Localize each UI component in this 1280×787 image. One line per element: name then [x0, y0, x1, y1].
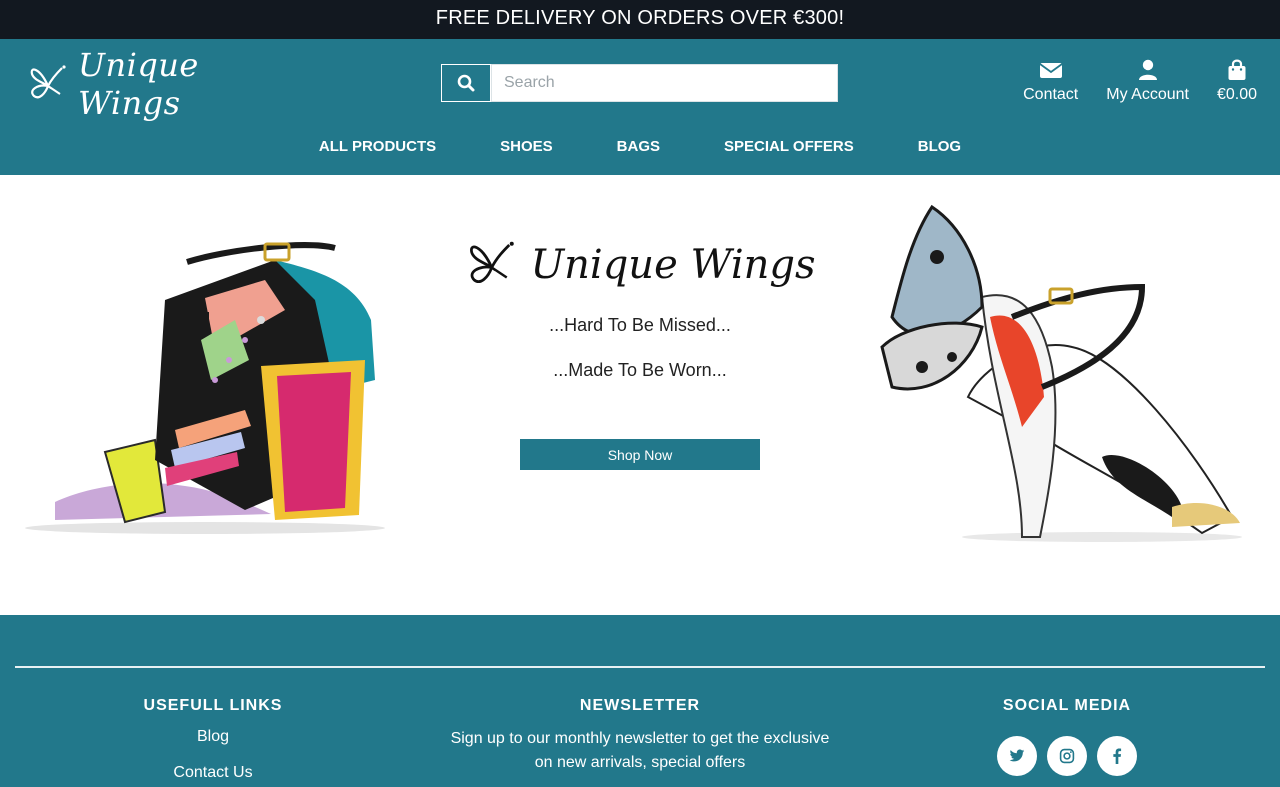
cart-link[interactable]: €0.00	[1217, 59, 1257, 104]
twitter-link[interactable]	[997, 736, 1037, 776]
hero-logo: Unique Wings	[440, 230, 840, 300]
logo-text: Unique Wings	[78, 46, 199, 122]
delivery-banner: FREE DELIVERY ON ORDERS OVER €300!	[0, 0, 1280, 39]
banner-text: FREE DELIVERY ON ORDERS OVER €300!	[435, 7, 845, 29]
useful-links-title: USEFULL LINKS	[143, 697, 283, 714]
instagram-icon	[1059, 748, 1075, 764]
envelope-icon	[1039, 63, 1063, 78]
shopping-bag-icon	[1228, 59, 1246, 80]
search-input[interactable]	[491, 64, 838, 102]
my-account-link[interactable]: My Account	[1106, 59, 1189, 104]
useful-links-column: USEFULL LINKS Blog Contact Us	[113, 697, 313, 782]
instagram-link[interactable]	[1047, 736, 1087, 776]
main-nav: ALL PRODUCTS SHOES BAGS SPECIAL OFFERS B…	[0, 138, 1280, 158]
butterfly-icon	[30, 65, 66, 99]
tagline-hard-to-miss: ...Hard To Be Missed...	[549, 315, 731, 335]
facebook-icon	[1113, 748, 1122, 764]
footer-link-blog[interactable]: Blog	[113, 728, 313, 746]
facebook-link[interactable]	[1097, 736, 1137, 776]
shop-now-button[interactable]: Shop Now	[520, 439, 760, 470]
block-heel-sandal-image	[25, 242, 385, 534]
my-account-label: My Account	[1106, 86, 1189, 103]
social-media-column: SOCIAL MEDIA	[967, 697, 1167, 776]
newsletter-title: NEWSLETTER	[579, 697, 701, 714]
newsletter-column: NEWSLETTER Sign up to our monthly newsle…	[440, 697, 840, 775]
header-links: Contact My Account €0.00	[995, 59, 1257, 104]
butterfly-stiletto-image	[880, 204, 1242, 542]
twitter-icon	[1009, 749, 1025, 762]
social-media-title: SOCIAL MEDIA	[1002, 697, 1132, 714]
nav-blog[interactable]: BLOG	[918, 138, 961, 158]
cart-total: €0.00	[1216, 86, 1257, 103]
nav-special-offers[interactable]: SPECIAL OFFERS	[724, 138, 854, 158]
search-bar	[441, 64, 838, 102]
newsletter-text: Sign up to our monthly newsletter to get…	[450, 730, 830, 771]
nav-shoes[interactable]: SHOES	[500, 138, 553, 158]
tagline-made-to-wear: ...Made To Be Worn...	[553, 360, 727, 380]
contact-label: Contact	[1023, 86, 1079, 103]
site-header: Unique Wings Contact My Account	[0, 39, 1280, 175]
social-links	[967, 736, 1167, 776]
hero-content: Unique Wings ...Hard To Be Missed... ...…	[440, 230, 840, 470]
site-footer: USEFULL LINKS Blog Contact Us NEWSLETTER…	[0, 615, 1280, 787]
site-logo[interactable]: Unique Wings	[26, 46, 266, 122]
search-icon	[457, 74, 475, 92]
footer-link-contact-us[interactable]: Contact Us	[113, 764, 313, 782]
user-icon	[1138, 59, 1157, 80]
contact-link[interactable]: Contact	[1023, 59, 1078, 104]
butterfly-icon	[470, 241, 515, 283]
nav-bags[interactable]: BAGS	[617, 138, 660, 158]
nav-all-products[interactable]: ALL PRODUCTS	[319, 138, 436, 158]
hero-section: Unique Wings ...Hard To Be Missed... ...…	[0, 175, 1280, 615]
hero-logo-text: Unique Wings	[530, 242, 816, 288]
footer-divider	[15, 666, 1265, 668]
search-button[interactable]	[441, 64, 491, 102]
